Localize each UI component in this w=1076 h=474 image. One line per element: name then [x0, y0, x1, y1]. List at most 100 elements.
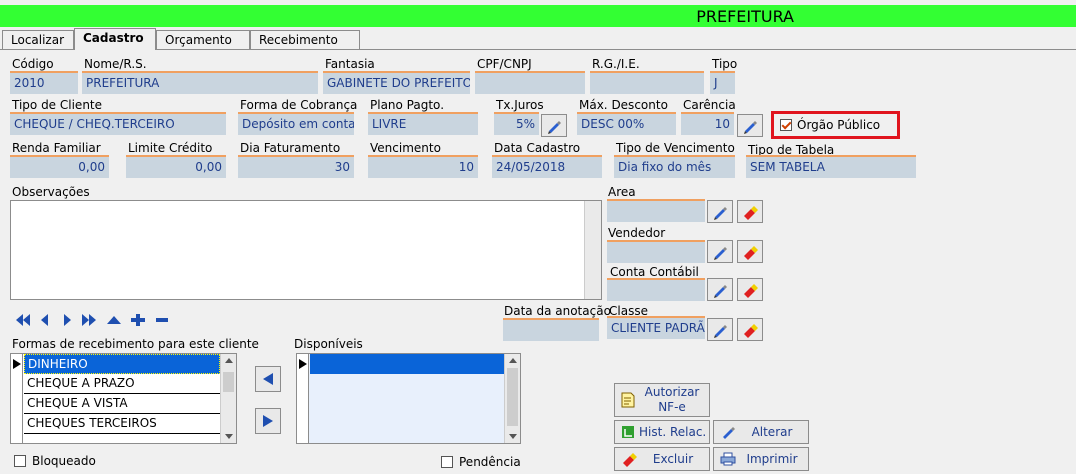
- list-item[interactable]: [310, 354, 504, 374]
- vendedor-clear-button[interactable]: [737, 240, 763, 263]
- tab-recebimento[interactable]: Recebimento: [250, 30, 360, 50]
- last-record-icon[interactable]: [82, 314, 96, 326]
- printer-icon: [720, 452, 736, 466]
- autorizar-nfe-label: Autorizar NF-e: [644, 385, 700, 414]
- bloqueado-checkbox[interactable]: Bloqueado: [14, 454, 96, 468]
- area-edit-button[interactable]: [707, 200, 733, 223]
- formas-scrollbar[interactable]: [220, 354, 236, 443]
- scroll-down-icon[interactable]: [509, 434, 517, 439]
- imprimir-button[interactable]: Imprimir: [713, 447, 809, 471]
- move-up-icon[interactable]: [107, 314, 121, 326]
- observacoes-scrollbar[interactable]: [584, 201, 601, 299]
- tab-cadastro[interactable]: Cadastro: [74, 28, 156, 50]
- tipo-label: Tipo: [712, 57, 738, 71]
- tab-localizar[interactable]: Localizar: [2, 30, 74, 50]
- codigo-label: Código: [12, 57, 54, 71]
- tipo-vencimento-label: Tipo de Vencimento: [616, 141, 735, 155]
- move-left-button[interactable]: [255, 366, 281, 392]
- document-icon: [621, 392, 635, 408]
- tipo-vencimento-field[interactable]: Dia fixo do mês: [614, 155, 735, 178]
- classe-field[interactable]: CLIENTE PADRÃO: [607, 316, 705, 339]
- scroll-up-icon[interactable]: [225, 358, 233, 363]
- pencil-icon: [714, 246, 727, 260]
- renda-familiar-label: Renda Familiar: [12, 141, 101, 155]
- excluir-label: Excluir: [652, 452, 694, 466]
- next-record-icon[interactable]: [60, 314, 74, 326]
- carencia-field[interactable]: 10: [681, 112, 734, 135]
- list-item[interactable]: DINHEIRO: [24, 354, 220, 374]
- pendencia-checkbox[interactable]: Pendência: [441, 455, 521, 469]
- scroll-down-icon[interactable]: [225, 434, 233, 439]
- scroll-thumb[interactable]: [223, 372, 234, 392]
- conta-contabil-edit-button[interactable]: [707, 278, 733, 301]
- bloqueado-label: Bloqueado: [32, 454, 96, 468]
- bloqueado-check[interactable]: [14, 455, 26, 467]
- max-desconto-field[interactable]: DESC 00%: [577, 112, 676, 135]
- disponiveis-list[interactable]: [296, 353, 521, 444]
- conta-contabil-label: Conta Contábil: [610, 265, 699, 279]
- limite-credito-field[interactable]: 0,00: [126, 155, 226, 178]
- first-record-icon[interactable]: [16, 314, 30, 326]
- formas-list[interactable]: DINHEIRO CHEQUE A PRAZO CHEQUE A VISTA C…: [10, 353, 237, 444]
- pendencia-label: Pendência: [459, 455, 521, 469]
- tab-orcamento[interactable]: Orçamento: [156, 30, 250, 50]
- row-pointer-icon: [299, 359, 307, 369]
- rg-field[interactable]: [590, 71, 704, 94]
- area-field[interactable]: [607, 199, 705, 222]
- add-record-icon[interactable]: [131, 314, 145, 326]
- codigo-field[interactable]: 2010: [10, 71, 78, 94]
- move-right-button[interactable]: [255, 408, 281, 434]
- data-cadastro-field[interactable]: 24/05/2018: [492, 155, 602, 178]
- data-anotacao-field[interactable]: [503, 318, 599, 341]
- alterar-label: Alterar: [751, 425, 793, 439]
- list-item[interactable]: CHEQUE A PRAZO: [24, 374, 220, 394]
- orgao-publico-checkbox[interactable]: Órgão Público: [780, 118, 880, 132]
- tx-juros-field[interactable]: 5%: [494, 112, 539, 135]
- history-icon: [622, 426, 634, 438]
- forma-cobranca-field[interactable]: Depósito em conta: [238, 112, 354, 135]
- pendencia-check[interactable]: [441, 456, 453, 468]
- vencimento-field[interactable]: 10: [368, 155, 478, 178]
- scroll-thumb[interactable]: [507, 368, 518, 426]
- fantasia-field[interactable]: GABINETE DO PREFEITO: [323, 71, 470, 94]
- conta-contabil-clear-button[interactable]: [737, 278, 763, 301]
- pencil-icon: [714, 324, 727, 338]
- delete-record-icon[interactable]: [155, 314, 169, 326]
- plano-pagto-field[interactable]: LIVRE: [368, 112, 478, 135]
- conta-contabil-field[interactable]: [607, 278, 705, 301]
- disponiveis-scrollbar[interactable]: [504, 354, 520, 443]
- dia-faturamento-field[interactable]: 30: [238, 155, 354, 178]
- classe-edit-button[interactable]: [707, 318, 733, 341]
- carencia-edit-button[interactable]: [737, 114, 763, 137]
- disponiveis-indicator-column: [297, 354, 309, 443]
- alterar-button[interactable]: Alterar: [713, 420, 809, 444]
- classe-clear-button[interactable]: [737, 318, 763, 341]
- area-clear-button[interactable]: [737, 200, 763, 223]
- scroll-up-icon[interactable]: [509, 358, 517, 363]
- tipo-field[interactable]: J: [710, 71, 735, 94]
- vendedor-edit-button[interactable]: [707, 240, 733, 263]
- tipo-tabela-field[interactable]: SEM TABELA: [746, 155, 916, 178]
- tipo-cliente-label: Tipo de Cliente: [12, 98, 103, 112]
- pencil-icon: [723, 427, 735, 439]
- renda-familiar-field[interactable]: 0,00: [10, 155, 109, 178]
- excluir-button[interactable]: Excluir: [614, 447, 710, 471]
- orgao-publico-check[interactable]: [780, 119, 792, 131]
- vendedor-field[interactable]: [607, 240, 705, 263]
- eraser-icon: [744, 283, 758, 298]
- observacoes-textarea[interactable]: [10, 200, 602, 300]
- observacoes-label: Observações: [12, 185, 90, 199]
- cpf-field[interactable]: [475, 71, 585, 94]
- nome-field[interactable]: PREFEITURA: [82, 71, 318, 94]
- carencia-label: Carência: [683, 98, 736, 112]
- hist-relac-button[interactable]: Hist. Relac.: [614, 420, 710, 444]
- tipo-cliente-field[interactable]: CHEQUE / CHEQ.TERCEIRO: [10, 112, 226, 135]
- autorizar-nfe-button[interactable]: Autorizar NF-e: [614, 383, 710, 417]
- list-item[interactable]: CHEQUES TERCEIROS: [24, 414, 220, 434]
- rg-label: R.G./I.E.: [592, 57, 640, 71]
- prior-record-icon[interactable]: [38, 314, 52, 326]
- tx-juros-edit-button[interactable]: [541, 114, 567, 137]
- list-item[interactable]: CHEQUE A VISTA: [24, 394, 220, 414]
- formas-indicator-column: [11, 354, 23, 443]
- data-cadastro-label: Data Cadastro: [494, 141, 581, 155]
